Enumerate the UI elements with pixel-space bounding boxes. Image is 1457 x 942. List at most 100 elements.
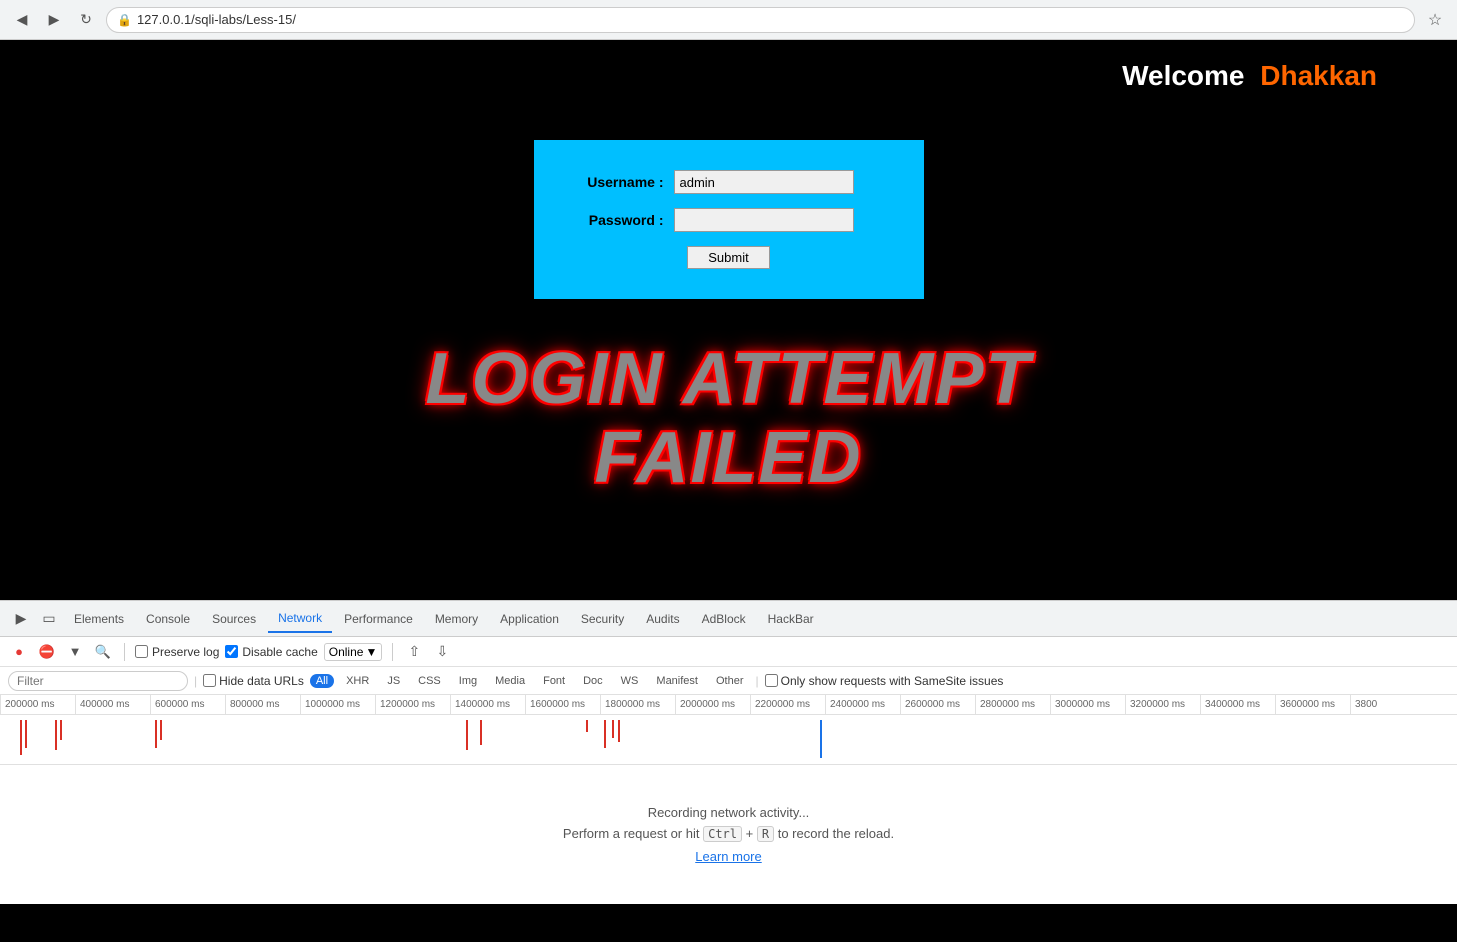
welcome-header: Welcome Dhakkan	[1122, 60, 1377, 92]
tick-2200: 2200000 ms	[750, 695, 825, 714]
export-button[interactable]: ⇩	[431, 641, 453, 663]
devtools-tabs-bar: ▶ ▭ Elements Console Sources Network Per…	[0, 601, 1457, 637]
throttle-dropdown-icon: ▼	[365, 645, 377, 659]
tab-sources[interactable]: Sources	[202, 606, 266, 632]
filter-tag-css[interactable]: CSS	[412, 674, 447, 688]
timeline-bar-3	[55, 720, 57, 750]
timeline-bar-2	[25, 720, 27, 748]
address-bar[interactable]: 🔒 127.0.0.1/sqli-labs/Less-15/	[106, 7, 1415, 33]
timeline-bar-5	[155, 720, 157, 748]
tab-adblock[interactable]: AdBlock	[692, 606, 756, 632]
tab-application[interactable]: Application	[490, 606, 569, 632]
filter-tag-font[interactable]: Font	[537, 674, 571, 688]
recording-text: Recording network activity...	[648, 805, 810, 820]
tick-2800: 2800000 ms	[975, 695, 1050, 714]
forward-button[interactable]: ▶	[42, 8, 66, 32]
record-button[interactable]: ●	[8, 641, 30, 663]
tick-1000: 1000000 ms	[300, 695, 375, 714]
preserve-log-checkbox[interactable]	[135, 645, 148, 658]
browser-chrome: ◀ ▶ ↻ 🔒 127.0.0.1/sqli-labs/Less-15/ ☆	[0, 0, 1457, 40]
back-button[interactable]: ◀	[10, 8, 34, 32]
filter-tag-doc[interactable]: Doc	[577, 674, 609, 688]
empty-state: Recording network activity... Perform a …	[0, 765, 1457, 904]
timeline-bar-4	[60, 720, 62, 740]
hide-data-urls-label[interactable]: Hide data URLs	[203, 674, 304, 688]
filter-input[interactable]	[8, 671, 188, 691]
lock-icon: 🔒	[117, 13, 132, 27]
samesite-label[interactable]: Only show requests with SameSite issues	[765, 674, 1004, 688]
r-key: R	[757, 826, 774, 842]
filter-tag-other[interactable]: Other	[710, 674, 750, 688]
timeline-bar-9	[586, 720, 588, 732]
username-label: Username :	[574, 174, 664, 190]
login-form-container: Username : Password : Submit	[534, 140, 924, 299]
tick-2400: 2400000 ms	[825, 695, 900, 714]
filter-tag-all[interactable]: All	[310, 674, 334, 688]
tab-memory[interactable]: Memory	[425, 606, 488, 632]
disable-cache-checkbox[interactable]	[225, 645, 238, 658]
element-picker-button[interactable]: ▶	[8, 606, 34, 632]
tick-400: 400000 ms	[75, 695, 150, 714]
tick-800: 800000 ms	[225, 695, 300, 714]
timeline-bar-12	[618, 720, 620, 742]
tick-3800: 3800	[1350, 695, 1425, 714]
filter-tag-ws[interactable]: WS	[615, 674, 645, 688]
filter-tag-xhr[interactable]: XHR	[340, 674, 375, 688]
tick-200: 200000 ms	[0, 695, 75, 714]
tick-1200: 1200000 ms	[375, 695, 450, 714]
timeline-bars	[0, 715, 1457, 765]
throttle-select[interactable]: Online ▼	[324, 643, 383, 661]
login-failed-line2: FAILED	[426, 419, 1032, 498]
tick-2600: 2600000 ms	[900, 695, 975, 714]
tab-performance[interactable]: Performance	[334, 606, 423, 632]
tick-2000: 2000000 ms	[675, 695, 750, 714]
timeline-bar-7	[466, 720, 468, 750]
hide-data-urls-checkbox[interactable]	[203, 674, 216, 687]
tab-audits[interactable]: Audits	[636, 606, 689, 632]
import-button[interactable]: ⇧	[403, 641, 425, 663]
filter-tag-manifest[interactable]: Manifest	[650, 674, 704, 688]
login-failed-line1: LOGIN ATTEMPT	[426, 340, 1032, 419]
separator-1	[124, 643, 125, 661]
submit-button[interactable]: Submit	[687, 246, 769, 269]
filter-icon-button[interactable]: ▼	[64, 641, 86, 663]
tick-600: 600000 ms	[150, 695, 225, 714]
login-failed-message: LOGIN ATTEMPT FAILED	[426, 340, 1032, 498]
tab-security[interactable]: Security	[571, 606, 634, 632]
tick-1400: 1400000 ms	[450, 695, 525, 714]
tab-network[interactable]: Network	[268, 605, 332, 633]
filter-tag-media[interactable]: Media	[489, 674, 531, 688]
tick-3200: 3200000 ms	[1125, 695, 1200, 714]
url-text: 127.0.0.1/sqli-labs/Less-15/	[137, 12, 296, 27]
password-label: Password :	[574, 212, 664, 228]
timeline-area: 200000 ms 400000 ms 600000 ms 800000 ms …	[0, 695, 1457, 765]
tab-elements[interactable]: Elements	[64, 606, 134, 632]
tick-1600: 1600000 ms	[525, 695, 600, 714]
samesite-checkbox[interactable]	[765, 674, 778, 687]
search-button[interactable]: 🔍	[92, 641, 114, 663]
filter-tag-js[interactable]: JS	[381, 674, 406, 688]
tab-console[interactable]: Console	[136, 606, 200, 632]
refresh-button[interactable]: ↻	[74, 8, 98, 32]
preserve-log-label[interactable]: Preserve log	[135, 645, 219, 659]
learn-more-link[interactable]: Learn more	[695, 849, 761, 864]
clear-button[interactable]: ⛔	[36, 641, 58, 663]
tick-1800: 1800000 ms	[600, 695, 675, 714]
device-toolbar-button[interactable]: ▭	[36, 606, 62, 632]
disable-cache-label[interactable]: Disable cache	[225, 645, 317, 659]
password-input[interactable]	[674, 208, 854, 232]
username-input[interactable]	[674, 170, 854, 194]
username-display: Dhakkan	[1260, 60, 1377, 91]
filter-tag-img[interactable]: Img	[453, 674, 483, 688]
network-toolbar: ● ⛔ ▼ 🔍 Preserve log Disable cache Onlin…	[0, 637, 1457, 667]
password-row: Password :	[574, 208, 884, 232]
bookmark-button[interactable]: ☆	[1423, 8, 1447, 32]
page-content: Welcome Dhakkan Username : Password : Su…	[0, 40, 1457, 600]
separator-2	[392, 643, 393, 661]
hint-text: Perform a request or hit Ctrl + R to rec…	[563, 826, 894, 841]
timeline-bar-8	[480, 720, 482, 745]
timeline-header: 200000 ms 400000 ms 600000 ms 800000 ms …	[0, 695, 1457, 715]
timeline-bar-1	[20, 720, 22, 755]
tick-3400: 3400000 ms	[1200, 695, 1275, 714]
tab-hackbar[interactable]: HackBar	[758, 606, 824, 632]
